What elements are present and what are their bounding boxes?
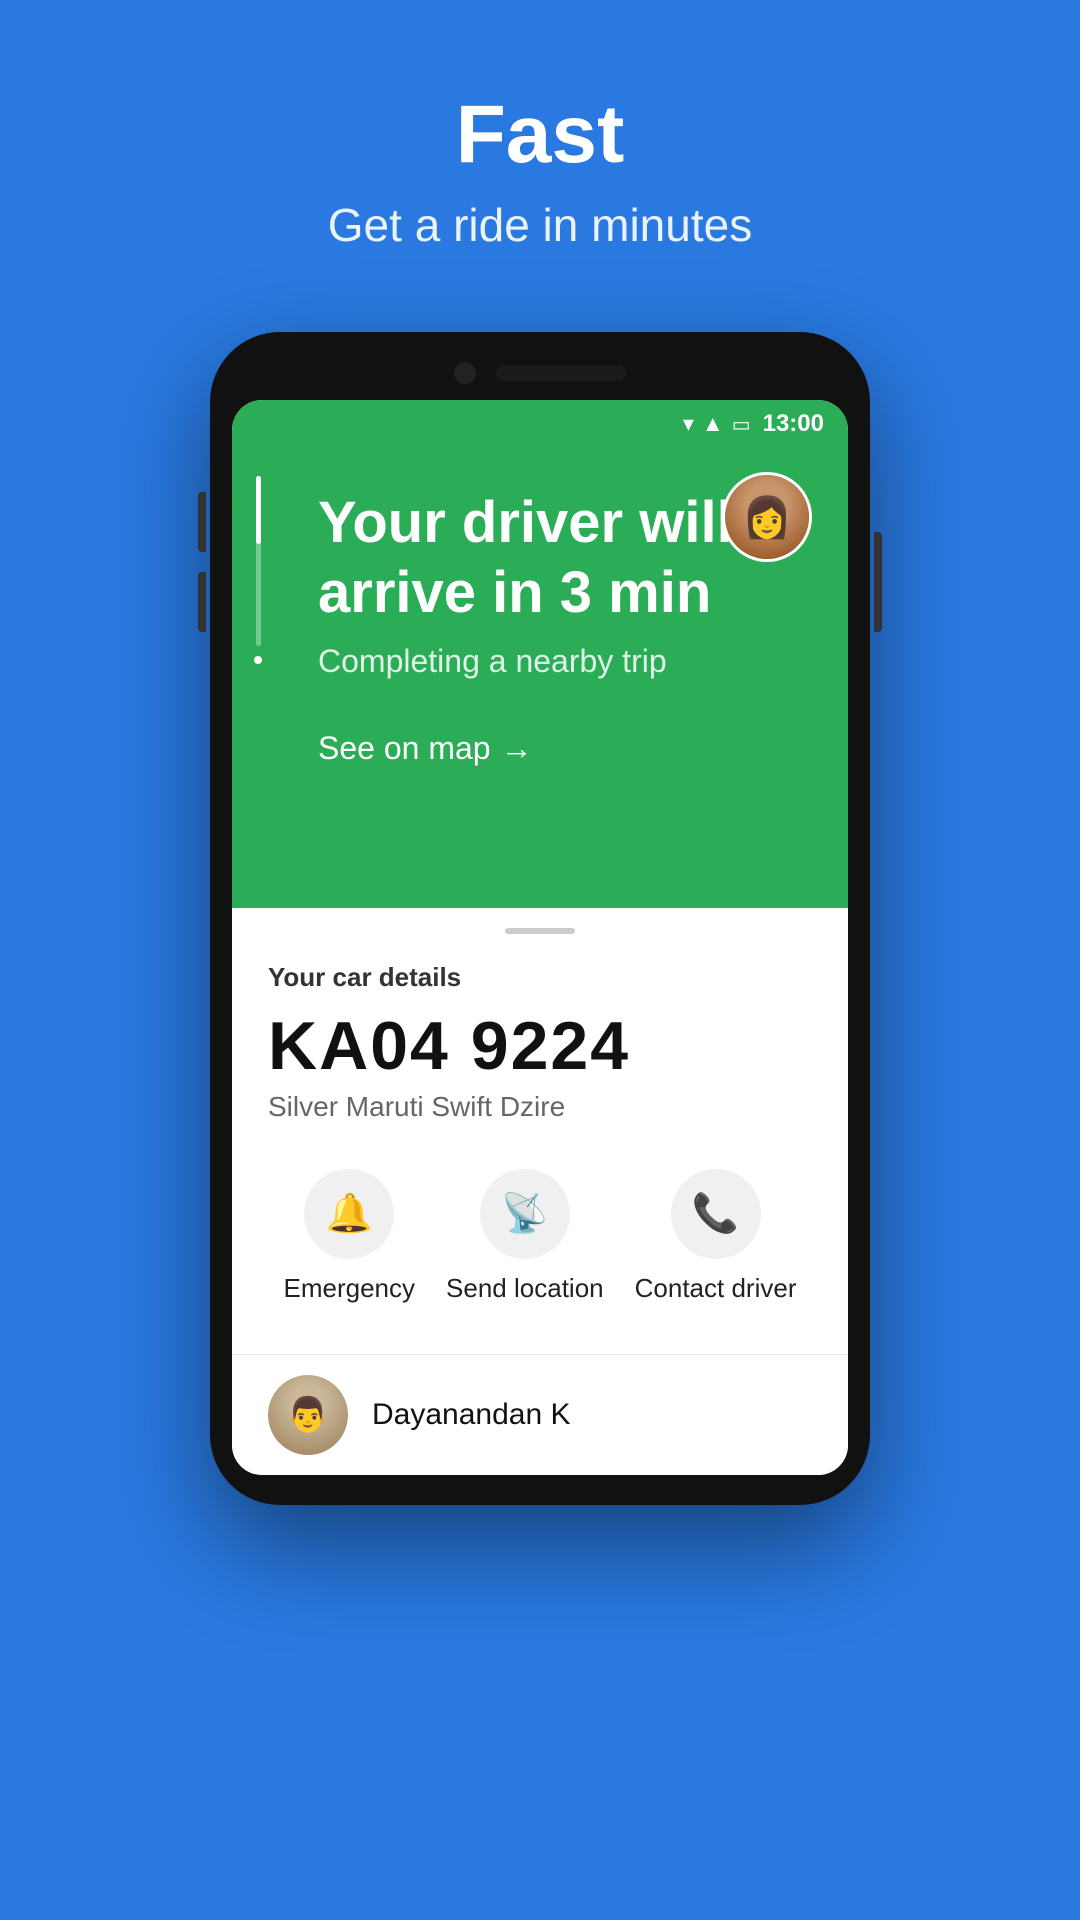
car-model: Silver Maruti Swift Dzire — [268, 1091, 812, 1123]
drag-handle — [505, 928, 575, 934]
see-on-map-button[interactable]: See on map → — [318, 730, 812, 767]
send-location-label: Send location — [446, 1273, 604, 1304]
phone-volume-up — [198, 492, 206, 552]
send-location-icon: 📡 — [501, 1192, 548, 1236]
contact-driver-button[interactable]: 📞 Contact driver — [635, 1169, 797, 1304]
white-card: Your car details KA04 9224 Silver Maruti… — [232, 908, 848, 1354]
wifi-icon: ▾ — [683, 411, 694, 437]
driver-avatar-image: 👩 — [725, 475, 809, 559]
phone-top-bar — [232, 362, 848, 384]
progress-indicator — [254, 476, 262, 664]
contact-driver-label: Contact driver — [635, 1273, 797, 1304]
contact-driver-icon-circle: 📞 — [671, 1169, 761, 1259]
page-title: Fast — [0, 90, 1080, 180]
driver-name: Dayanandan K — [372, 1398, 571, 1432]
green-card: 👩 Your driver will arrive in 3 min Compl… — [232, 448, 848, 908]
car-details-label: Your car details — [268, 962, 812, 993]
car-plate: KA04 9224 — [268, 1007, 812, 1085]
progress-dot — [254, 656, 262, 664]
driver-info-row: 👨 Dayanandan K — [232, 1355, 848, 1475]
emergency-icon: 🔔 — [326, 1192, 373, 1236]
emergency-button[interactable]: 🔔 Emergency — [284, 1169, 416, 1304]
status-icons: ▾ ▲ ▭ — [683, 411, 751, 437]
send-location-button[interactable]: 📡 Send location — [446, 1169, 604, 1304]
signal-icon: ▲ — [702, 411, 724, 437]
status-time: 13:00 — [763, 410, 824, 438]
phone-call-icon: 📞 — [692, 1192, 739, 1236]
emergency-icon-circle: 🔔 — [304, 1169, 394, 1259]
status-bar: ▾ ▲ ▭ 13:00 — [232, 400, 848, 448]
arrow-right-icon: → — [501, 730, 533, 767]
page-subtitle: Get a ride in minutes — [0, 198, 1080, 252]
action-buttons: 🔔 Emergency 📡 Send location 📞 — [268, 1159, 812, 1324]
emergency-label: Emergency — [284, 1273, 416, 1304]
driver-avatar: 👩 — [722, 472, 812, 562]
phone-speaker — [496, 365, 626, 381]
phone-volume-down — [198, 572, 206, 632]
phone-screen: ▾ ▲ ▭ 13:00 👩 — [232, 400, 848, 1475]
phone-wrapper: ▾ ▲ ▭ 13:00 👩 — [0, 332, 1080, 1505]
phone-power-button — [874, 532, 882, 632]
progress-line — [256, 476, 261, 646]
driver-small-avatar: 👨 — [268, 1375, 348, 1455]
driver-small-avatar-image: 👨 — [287, 1395, 329, 1435]
arrival-subtitle: Completing a nearby trip — [318, 643, 812, 680]
header-section: Fast Get a ride in minutes — [0, 0, 1080, 312]
phone-camera — [454, 362, 476, 384]
phone-mockup: ▾ ▲ ▭ 13:00 👩 — [210, 332, 870, 1505]
battery-icon: ▭ — [732, 412, 751, 437]
send-location-icon-circle: 📡 — [480, 1169, 570, 1259]
